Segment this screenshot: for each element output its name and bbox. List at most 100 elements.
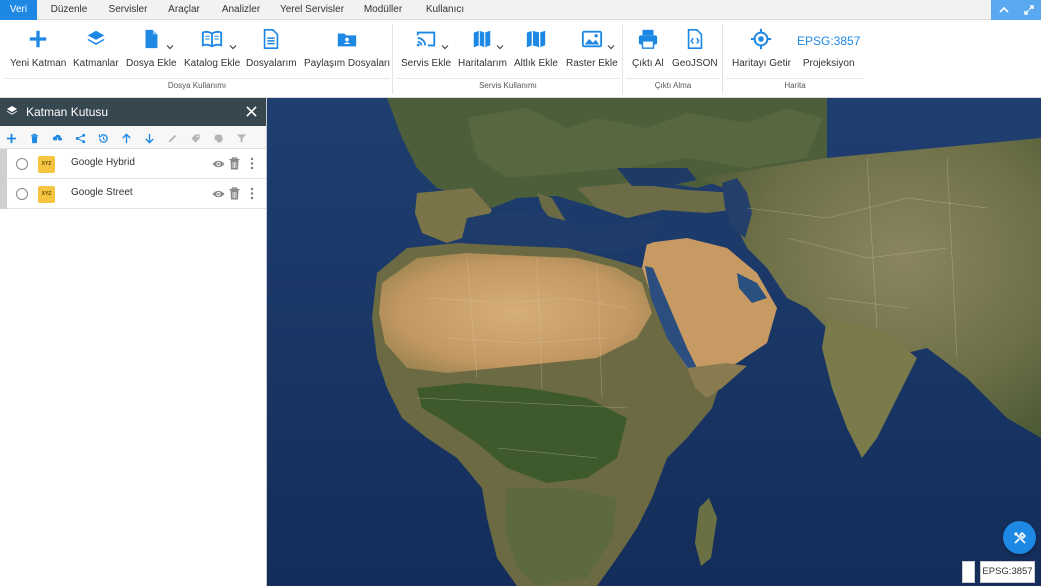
map-icon [469,26,495,52]
projection-label: Projeksiyon [802,58,855,69]
pencil-icon[interactable] [165,131,179,145]
get-map-button[interactable]: Haritayı Getir [732,26,791,69]
add-catalog-label: Katalog Ekle [184,58,241,69]
add-raster-dropdown-icon[interactable] [607,42,615,50]
cloud-download-icon[interactable] [50,131,64,145]
layer-panel: Katman Kutusu XYZ Google Hybrid XYZ Goog… [0,98,267,586]
group-separator [722,24,723,94]
layers-label: Katmanlar [73,58,119,69]
layer-row-handle[interactable] [0,149,7,179]
tab-araclar[interactable]: Araçlar [163,0,205,20]
share-icon[interactable] [73,131,87,145]
add-file-dropdown-icon[interactable] [166,42,174,50]
code-file-icon [682,26,708,52]
group-divider [626,78,720,79]
eye-icon[interactable] [212,158,226,170]
trash-icon[interactable] [229,157,241,170]
expand-icon[interactable] [1016,0,1041,20]
layer-row[interactable]: XYZ Google Hybrid [0,149,266,179]
geojson-button[interactable]: GeoJSON [672,26,718,69]
projection-badge: EPSG:3857 [980,561,1035,583]
map-control-toggle[interactable] [962,561,975,583]
trash-icon[interactable] [229,187,241,200]
tools-icon [1012,530,1028,546]
group-label-harita: Harita [784,81,806,90]
filter-icon[interactable] [234,131,248,145]
history-icon[interactable] [96,131,110,145]
more-vertical-icon[interactable] [248,157,256,170]
group-divider [726,78,864,79]
layers-button[interactable]: Katmanlar [73,26,119,69]
tab-moduller[interactable]: Modüller [358,0,408,20]
layer-name: Google Street [71,187,133,198]
image-icon [579,26,605,52]
paint-icon[interactable] [211,131,225,145]
tag-icon[interactable] [188,131,202,145]
shared-files-button[interactable]: Paylaşım Dosyaları [304,26,390,69]
group-label-dosya: Dosya Kullanımı [167,81,227,90]
geojson-label: GeoJSON [672,58,718,69]
projection-button[interactable]: EPSG:3857 Projeksiyon [797,26,860,69]
satellite-map-image [267,98,1041,586]
tab-kullanici[interactable]: Kullanıcı [420,0,470,20]
crosshair-icon [748,26,774,52]
layer-select-radio[interactable] [16,188,28,200]
tools-fab-button[interactable] [1003,521,1036,554]
my-files-label: Dosyalarım [246,58,297,69]
group-divider [4,78,390,79]
shared-files-label: Paylaşım Dosyaları [304,58,391,69]
arrow-down-icon[interactable] [142,131,156,145]
add-service-dropdown-icon[interactable] [441,42,449,50]
tab-servisler[interactable]: Servisler [104,0,152,20]
trash-icon[interactable] [27,131,41,145]
new-layer-label: Yeni Katman [10,58,67,69]
book-icon [199,26,225,52]
group-separator [622,24,623,94]
shared-folder-icon [334,26,360,52]
my-files-button[interactable]: Dosyalarım [246,26,297,69]
printer-icon [635,26,661,52]
get-map-label: Haritayı Getir [732,58,791,69]
chevron-up-icon[interactable] [991,0,1016,20]
tab-duzenle[interactable]: Düzenle [46,0,92,20]
group-separator [392,24,393,94]
add-basemap-button[interactable]: Altlık Ekle [514,26,558,69]
layer-name: Google Hybrid [71,157,135,168]
layer-row[interactable]: XYZ Google Street [0,179,266,209]
add-raster-label: Raster Ekle [566,58,618,69]
add-service-label: Servis Ekle [401,58,452,69]
layer-panel-title: Katman Kutusu [26,105,109,119]
print-button[interactable]: Çıktı Al [632,26,664,69]
group-divider [396,78,620,79]
layers-icon [6,105,20,119]
document-icon [258,26,284,52]
xyz-layer-icon: XYZ [38,156,55,173]
new-layer-button[interactable]: Yeni Katman [10,26,66,69]
map-canvas[interactable] [267,98,1041,586]
file-icon [138,26,164,52]
layer-row-handle[interactable] [0,179,7,209]
plus-icon[interactable] [4,131,18,145]
cast-icon [413,26,439,52]
window-controls [991,0,1041,20]
tab-yerel-servisler[interactable]: Yerel Servisler [278,0,346,20]
close-icon[interactable] [244,104,258,118]
add-basemap-label: Altlık Ekle [514,58,558,69]
more-vertical-icon[interactable] [248,187,256,200]
tab-veri[interactable]: Veri [0,0,37,20]
basemap-icon [523,26,549,52]
projection-code: EPSG:3857 [797,34,861,48]
add-catalog-dropdown-icon[interactable] [229,42,237,50]
layer-toolbar [0,126,266,149]
group-label-cikti: Çıktı Alma [654,81,692,90]
my-maps-label: Haritalarım [458,58,507,69]
add-file-label: Dosya Ekle [126,58,177,69]
layer-panel-header: Katman Kutusu [0,98,266,126]
eye-icon[interactable] [212,188,226,200]
layers-icon [83,26,109,52]
my-maps-dropdown-icon[interactable] [496,42,504,50]
xyz-layer-icon: XYZ [38,186,55,203]
tab-analizler[interactable]: Analizler [217,0,265,20]
layer-select-radio[interactable] [16,158,28,170]
arrow-up-icon[interactable] [119,131,133,145]
